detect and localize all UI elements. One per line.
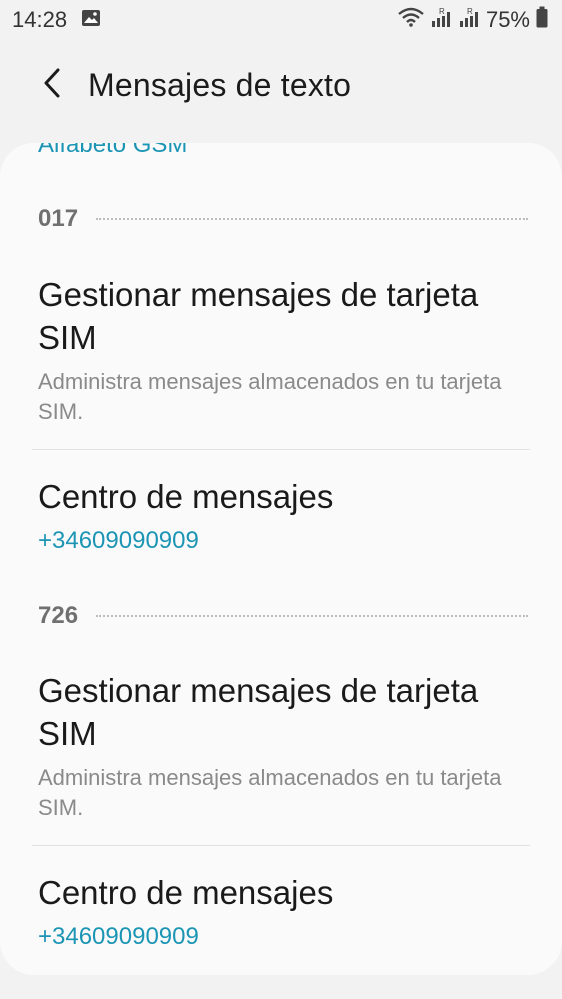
gsm-alphabet-item[interactable]: Alfabeto GSM xyxy=(38,143,187,159)
back-button[interactable] xyxy=(22,55,82,115)
wifi-icon xyxy=(398,7,424,33)
svg-text:R: R xyxy=(439,7,445,16)
status-left: 14:28 xyxy=(12,7,101,33)
manage-sim-messages-item[interactable]: Gestionar mensajes de tarjeta SIM Admini… xyxy=(38,273,528,427)
list-divider xyxy=(32,845,530,846)
section-label: 017 xyxy=(38,205,79,232)
pref-summary: Administra mensajes almacenados en tu ta… xyxy=(38,765,502,820)
section-divider xyxy=(96,615,528,617)
pref-title: Centro de mensajes xyxy=(38,478,334,515)
pref-title: Centro de mensajes xyxy=(38,874,334,911)
status-bar: 14:28 R R 75% xyxy=(0,0,562,40)
battery-icon xyxy=(536,6,548,34)
section-divider xyxy=(96,218,528,220)
list-divider xyxy=(32,449,530,450)
section-label: 726 xyxy=(38,602,79,629)
back-arrow-icon xyxy=(41,68,63,103)
manage-sim-messages-item[interactable]: Gestionar mensajes de tarjeta SIM Admini… xyxy=(38,669,528,823)
signal-icon-sim1: R xyxy=(430,6,452,34)
battery-percent: 75% xyxy=(485,7,530,32)
section-header-726: 726 xyxy=(38,601,528,631)
settings-card: Alfabeto GSM 017 Gestionar mensajes de t… xyxy=(0,143,562,975)
message-center-item[interactable]: Centro de mensajes +34609090909 xyxy=(38,871,528,952)
image-icon xyxy=(81,7,101,33)
section-header-017: 017 xyxy=(38,204,528,234)
signal-icon-sim2: R xyxy=(458,6,480,34)
status-time: 14:28 xyxy=(12,7,68,32)
pref-summary: Administra mensajes almacenados en tu ta… xyxy=(38,369,502,424)
pref-title: Gestionar mensajes de tarjeta SIM xyxy=(38,276,479,356)
pref-title: Gestionar mensajes de tarjeta SIM xyxy=(38,672,479,752)
svg-text:R: R xyxy=(467,7,473,16)
page-title: Mensajes de texto xyxy=(88,66,352,103)
message-center-item[interactable]: Centro de mensajes +34609090909 xyxy=(38,475,528,556)
pref-value: +34609090909 xyxy=(38,923,199,950)
status-right: R R 75% xyxy=(398,6,548,34)
app-bar: Mensajes de texto xyxy=(0,50,562,120)
pref-value: +34609090909 xyxy=(38,527,199,554)
